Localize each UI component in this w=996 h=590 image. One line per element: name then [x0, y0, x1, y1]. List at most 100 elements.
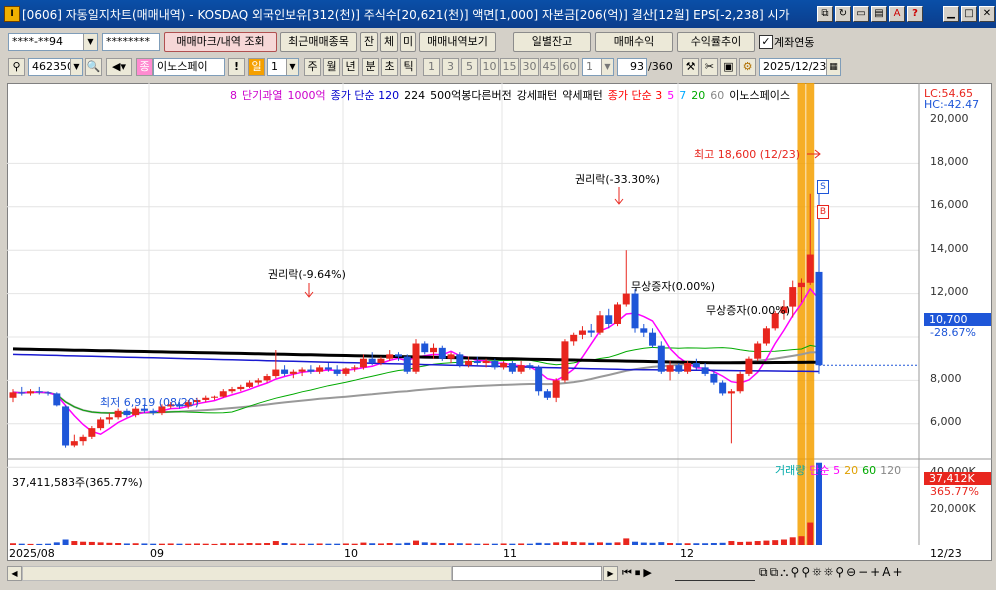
volume-bar — [386, 543, 393, 545]
date-input[interactable]: 2025/12/23 ▦ — [759, 58, 841, 76]
close-icon[interactable]: ✕ — [979, 6, 995, 22]
scroll-right-icon[interactable]: ▶ — [603, 566, 618, 581]
trade-history-button[interactable]: 매매내역보기 — [419, 32, 496, 52]
dropdown-arrow-icon[interactable]: ▼ — [70, 59, 82, 75]
volume-bar — [351, 543, 358, 545]
stock-code-input[interactable]: 462350 ▼ — [28, 58, 83, 76]
dropdown-arrow-icon[interactable]: ▼ — [601, 59, 613, 75]
volume-bar — [404, 542, 411, 545]
candle-body — [517, 365, 525, 372]
volume-bar — [202, 543, 209, 545]
playback-controls-icon[interactable]: ⏮⏹▶ — [622, 566, 655, 580]
candle-body — [587, 330, 595, 333]
alert-icon[interactable]: ! — [228, 58, 245, 76]
interval-3-button[interactable]: 3 — [442, 58, 459, 76]
period-week-button[interactable]: 주 — [304, 58, 321, 76]
recent-trades-button[interactable]: 최근매매종목 — [280, 32, 357, 52]
account-select[interactable]: ****-**94 ▼ — [8, 33, 98, 51]
period-value-select[interactable]: 1 ▼ — [267, 58, 299, 76]
count-input[interactable]: 93 — [617, 58, 647, 76]
interval-value-select[interactable]: 1 ▼ — [582, 58, 614, 76]
window-icon[interactable]: ▤ — [871, 6, 887, 22]
interval-30-button[interactable]: 30 — [520, 58, 539, 76]
scroll-left-icon[interactable]: ◀ — [7, 566, 22, 581]
return-trend-button[interactable]: 수익률추이 — [677, 32, 755, 52]
save-icon[interactable]: ▣ — [720, 58, 737, 76]
candle-body — [719, 382, 727, 394]
volume-bar — [745, 541, 752, 545]
screen-icon[interactable]: ▭ — [853, 6, 869, 22]
period-year-button[interactable]: 년 — [342, 58, 359, 76]
font-icon[interactable]: A — [889, 6, 905, 22]
volume-bar — [640, 542, 647, 545]
volume-bar — [737, 541, 744, 545]
candle-body — [684, 363, 692, 372]
candle-body — [797, 282, 805, 288]
legend-item: 1000억 — [287, 89, 326, 102]
volume-bar — [10, 543, 16, 545]
interval-45-button[interactable]: 45 — [540, 58, 559, 76]
price-chart[interactable] — [7, 83, 992, 561]
interval-15-button[interactable]: 15 — [500, 58, 519, 76]
candle-body — [368, 358, 376, 364]
candle-body — [149, 410, 157, 413]
legend-item: 약세패턴 — [562, 89, 603, 102]
link-icon[interactable]: ⧉ — [817, 6, 833, 22]
password-field[interactable]: ******** — [102, 33, 160, 51]
interval-5-button[interactable]: 5 — [461, 58, 478, 76]
filter-mi-button[interactable]: 미 — [400, 32, 416, 52]
trade-mark-button[interactable]: 매매마크/내역 조회 — [164, 32, 277, 52]
stock-tag-icon[interactable]: 종 — [136, 58, 153, 76]
help-icon[interactable]: ? — [907, 6, 923, 22]
candle-body — [473, 360, 481, 364]
legend-item: 5 — [667, 89, 675, 102]
volume-bar — [439, 543, 446, 545]
volume-bar — [80, 541, 87, 545]
sell-marker[interactable]: S — [817, 180, 829, 194]
filter-jan-button[interactable]: 잔 — [360, 32, 378, 52]
interval-1-button[interactable]: 1 — [423, 58, 440, 76]
daily-balance-button[interactable]: 일별잔고 — [513, 32, 591, 52]
legend-item: 8 — [230, 89, 237, 102]
volume-bar — [456, 543, 463, 545]
magnifier-icon[interactable]: 🔍 — [85, 58, 102, 76]
candle-body — [272, 369, 280, 377]
volume-bar — [307, 543, 314, 545]
speaker-icon[interactable]: ◀▾ — [106, 58, 132, 76]
volume-bar — [237, 543, 244, 545]
calendar-icon[interactable]: ▦ — [826, 59, 840, 75]
gear-icon[interactable]: ⚙ — [739, 58, 756, 76]
chart-tools-icon[interactable]: ⧉⧉⛬⚲⚲⛯⛯⚲⊖−+A+ — [759, 565, 905, 580]
legend-item: 종가 단순 120 — [330, 89, 400, 102]
refresh-icon[interactable]: ↻ — [835, 6, 851, 22]
interval-60-button[interactable]: 60 — [560, 58, 579, 76]
volume-axis-label: 20,000K — [930, 502, 976, 515]
buy-marker[interactable]: B — [817, 205, 829, 219]
minimize-icon[interactable]: ▁ — [943, 6, 959, 22]
scrollbar-track[interactable] — [22, 566, 452, 581]
dropdown-arrow-icon[interactable]: ▼ — [286, 59, 298, 75]
volume-bar — [719, 542, 726, 545]
stock-search-icon[interactable]: ⚲ — [8, 58, 25, 76]
scissors-icon[interactable]: ✂ — [701, 58, 718, 76]
filter-che-button[interactable]: 체 — [380, 32, 398, 52]
price-axis-label: 8,000 — [930, 372, 962, 385]
interval-10-button[interactable]: 10 — [480, 58, 499, 76]
period-minute-button[interactable]: 분 — [362, 58, 379, 76]
period-month-button[interactable]: 월 — [323, 58, 340, 76]
zoom-slider[interactable] — [675, 566, 755, 581]
candle-body — [456, 354, 464, 366]
volume-bar — [500, 543, 507, 545]
dropdown-arrow-icon[interactable]: ▼ — [83, 34, 97, 50]
period-second-button[interactable]: 초 — [381, 58, 398, 76]
account-link-checkbox[interactable]: ✓ — [759, 35, 773, 49]
tool-icon[interactable]: ⚒ — [682, 58, 699, 76]
annotation-bonus-1: 무상증자(0.00%) — [631, 280, 716, 293]
stock-name-field[interactable]: 이노스페이 — [153, 58, 225, 76]
trade-profit-button[interactable]: 매매수익 — [595, 32, 673, 52]
period-tick-button[interactable]: 틱 — [400, 58, 417, 76]
period-day-button[interactable]: 일 — [248, 58, 265, 76]
maximize-icon[interactable]: □ — [961, 6, 977, 22]
candle-body — [342, 368, 350, 374]
scrollbar-thumb[interactable] — [452, 566, 602, 581]
